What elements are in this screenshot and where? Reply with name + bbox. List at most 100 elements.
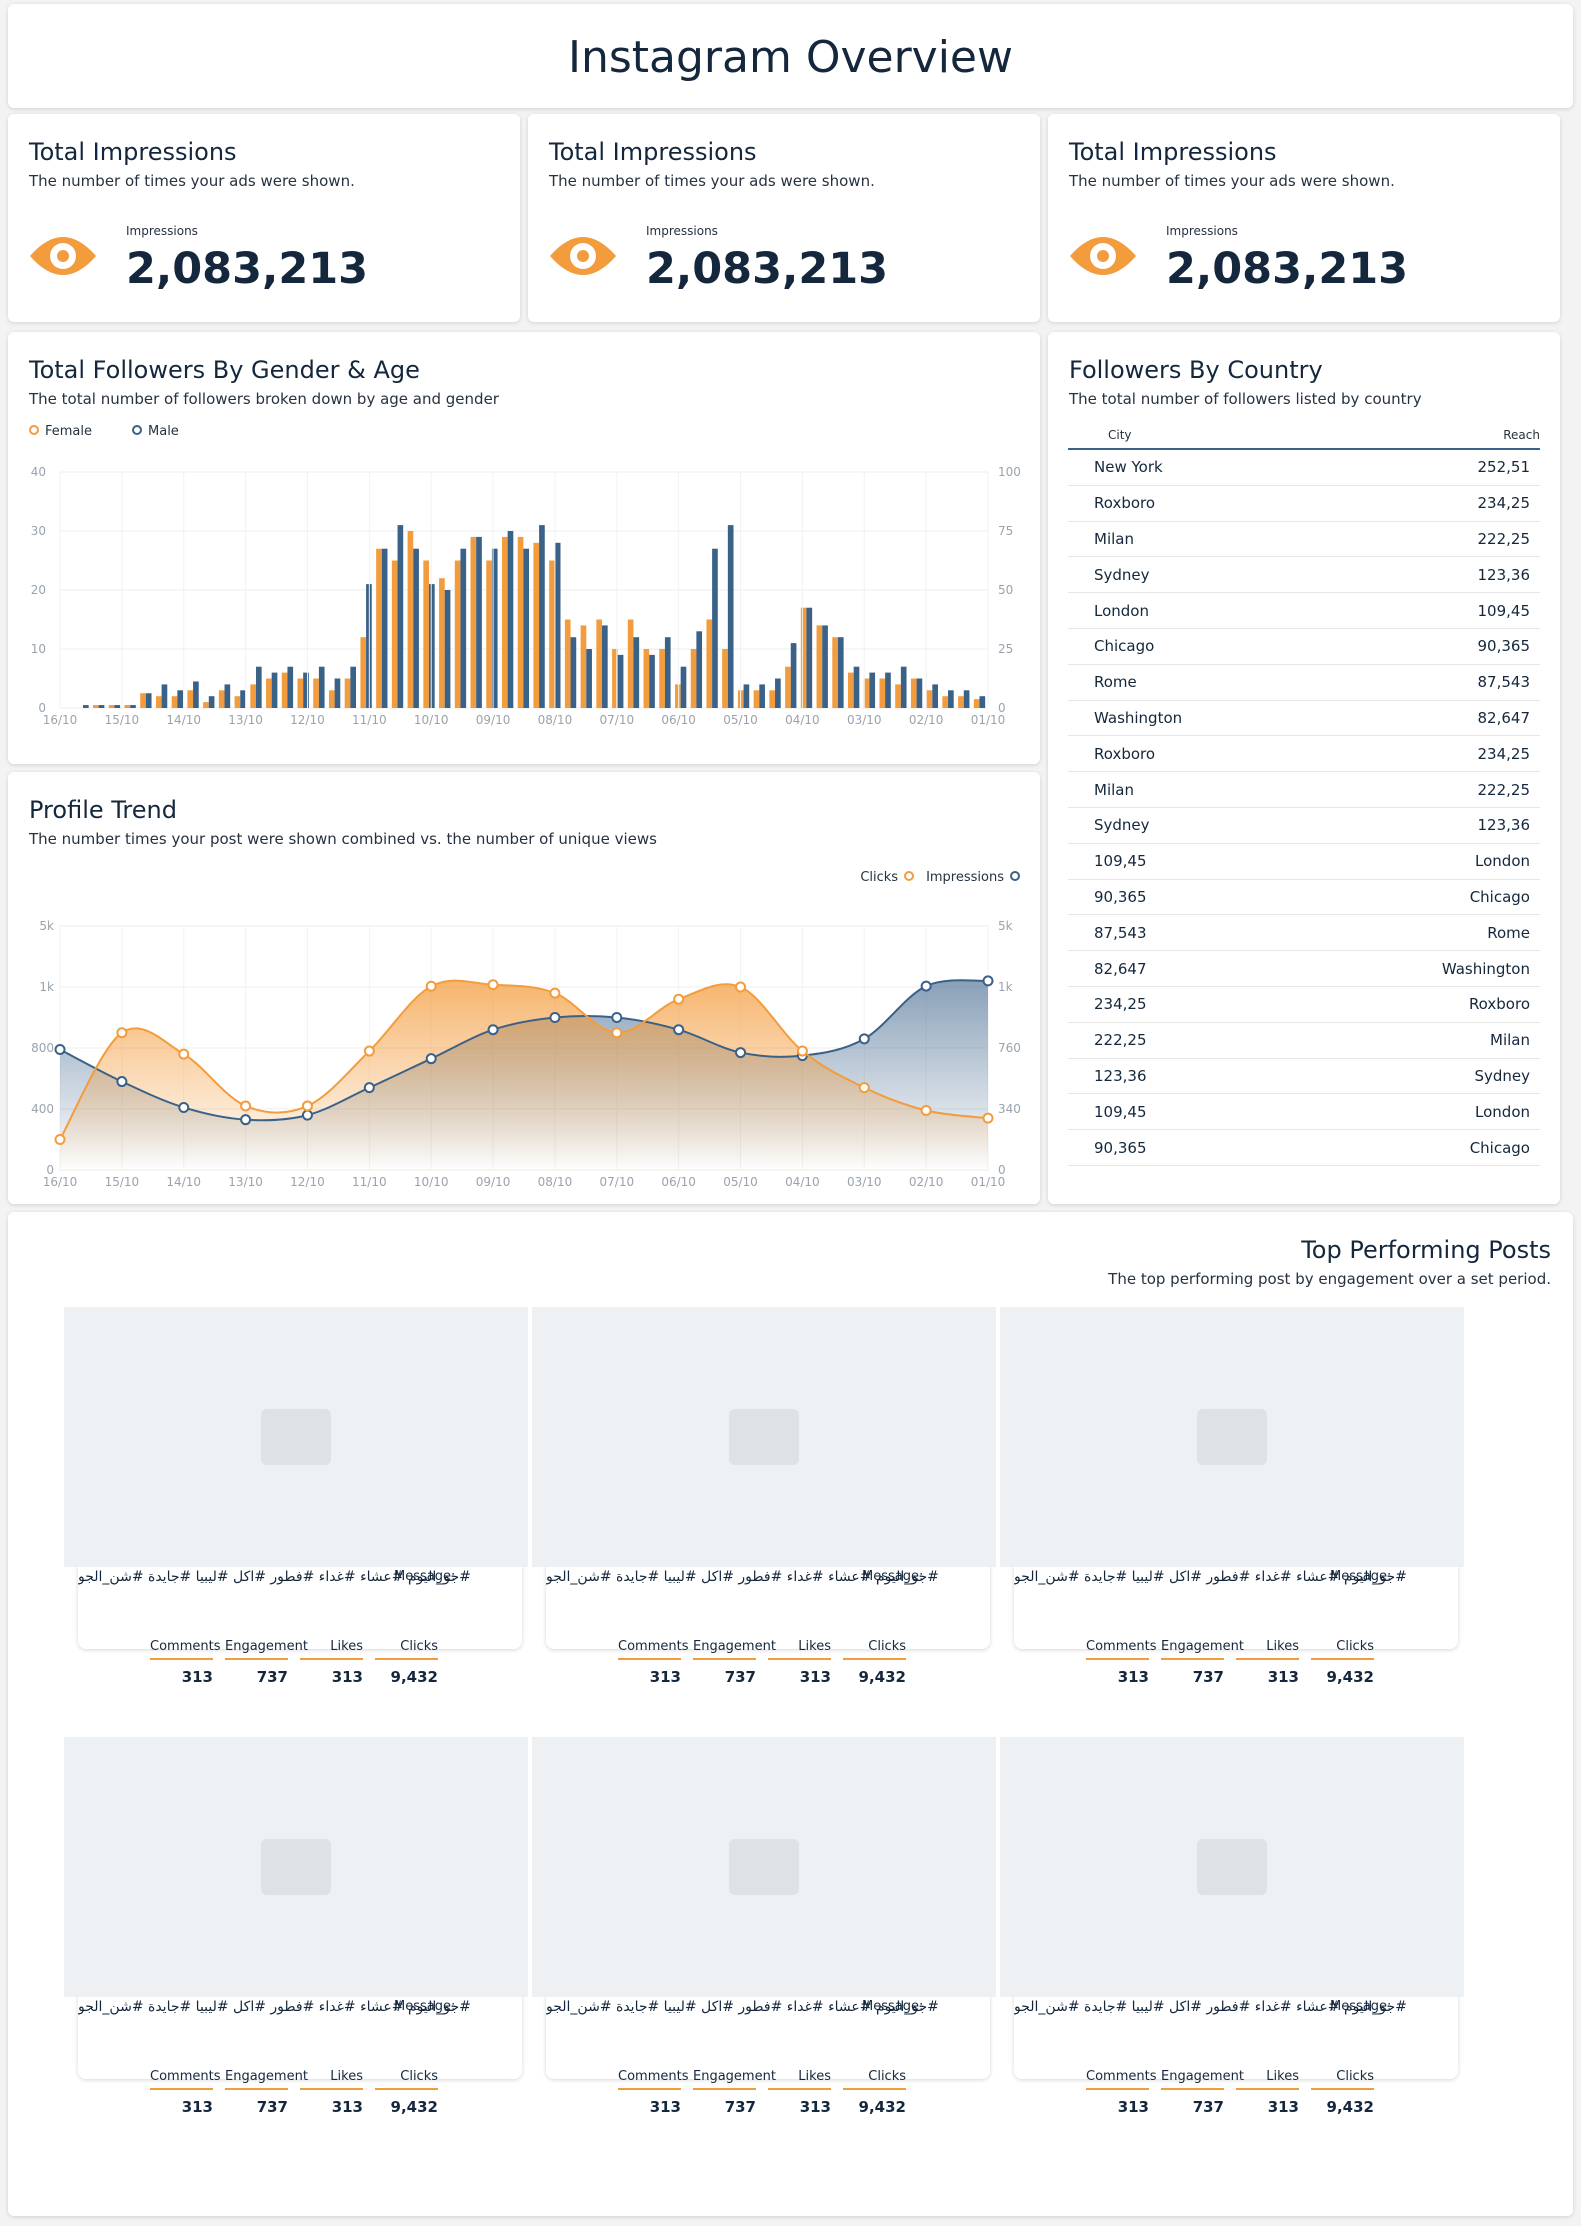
x-tick-label: 09/10 — [476, 1175, 511, 1189]
bar-male — [570, 637, 577, 708]
table-row[interactable]: Washington 82,647 — [1068, 701, 1540, 737]
table-row[interactable]: 90,365 Chicago — [1068, 1130, 1540, 1166]
cell-right: 123,36 — [1477, 565, 1531, 584]
bar-female — [297, 678, 304, 708]
bar-female — [93, 705, 99, 708]
stat-value: 737 — [1192, 1668, 1224, 1686]
bar-male — [554, 542, 561, 708]
bar-female — [895, 684, 901, 708]
bar-male — [759, 684, 765, 708]
table-row[interactable]: 222,25 Milan — [1068, 1023, 1540, 1059]
legend-clicks[interactable]: Clicks — [860, 870, 915, 885]
table-row[interactable]: Rome 87,543 — [1068, 665, 1540, 701]
table-row[interactable]: 123,36 Sydney — [1068, 1059, 1540, 1095]
table-row[interactable]: Sydney 123,36 — [1068, 557, 1540, 594]
bar-female — [816, 625, 823, 708]
cell-right: Rome — [1487, 923, 1530, 942]
gender-age-subtitle: The total number of followers broken dow… — [29, 390, 499, 408]
x-tick-label: 13/10 — [228, 713, 263, 727]
bar-female — [659, 649, 665, 708]
table-row[interactable]: 87,543 Rome — [1068, 915, 1540, 952]
bar-male — [602, 625, 608, 708]
table-row[interactable]: New York 252,51 — [1068, 450, 1540, 486]
bar-female — [281, 672, 288, 708]
table-row[interactable]: Milan 222,25 — [1068, 522, 1540, 558]
table-row[interactable]: 234,25 Roxboro — [1068, 987, 1540, 1023]
bar-female — [517, 536, 524, 708]
table-row[interactable]: London 109,45 — [1068, 593, 1540, 629]
posts-subtitle: The top performing post by engagement ov… — [1108, 1270, 1551, 1288]
table-row[interactable]: Chicago 90,365 — [1068, 629, 1540, 665]
bar-male — [98, 705, 105, 708]
x-tick-label: 14/10 — [166, 713, 201, 727]
point-impressions — [240, 1114, 252, 1126]
x-tick-label: 08/10 — [538, 713, 573, 727]
bar-female — [564, 619, 571, 708]
point-impressions — [178, 1101, 190, 1113]
stat-value: 313 — [181, 2098, 213, 2116]
col-reach[interactable]: Reach — [1503, 428, 1540, 442]
table-row[interactable]: 82,647 Washington — [1068, 951, 1540, 987]
bar-female — [958, 696, 964, 708]
profile-trend-legend[interactable]: Clicks Impressions — [860, 870, 1020, 885]
point-impressions — [116, 1076, 128, 1088]
cell-left: 109,45 — [1094, 1102, 1147, 1121]
bar-male — [240, 690, 246, 708]
cell-right: Sydney — [1474, 1066, 1530, 1085]
post-image[interactable] — [1000, 1307, 1464, 1567]
table-row[interactable]: Sydney 123,36 — [1068, 808, 1540, 844]
cell-left: Roxboro — [1094, 744, 1156, 763]
table-row[interactable]: 90,365 Chicago — [1068, 880, 1540, 916]
point-clicks — [735, 981, 747, 993]
bar-male — [963, 690, 970, 708]
table-row[interactable]: 109,45 London — [1068, 844, 1540, 880]
kpi-label: Impressions — [1166, 224, 1238, 238]
kpi-value: 2,083,213 — [126, 244, 369, 294]
post-image[interactable] — [64, 1737, 528, 1997]
post-image[interactable] — [532, 1737, 996, 1997]
point-clicks — [920, 1105, 932, 1117]
table-row[interactable]: Roxboro 234,25 — [1068, 736, 1540, 773]
country-subtitle: The total number of followers listed by … — [1069, 390, 1422, 408]
bar-female — [879, 678, 886, 708]
bar-female — [171, 696, 178, 708]
post-image[interactable] — [1000, 1737, 1464, 1997]
cell-right: 222,25 — [1477, 780, 1531, 799]
legend-impressions[interactable]: Impressions — [926, 870, 1020, 885]
gender-age-chart: 010203040025507510016/10 15/10 14/10 13/10 1… — [31, 465, 1021, 727]
bar-male — [822, 625, 828, 708]
post-image[interactable] — [532, 1307, 996, 1567]
stat-value: 9,432 — [1326, 1668, 1374, 1686]
post-image[interactable] — [64, 1307, 528, 1567]
cell-left: 109,45 — [1094, 852, 1147, 871]
profile-trend-subtitle: The number times your post were shown co… — [29, 830, 657, 848]
bar-male — [114, 705, 121, 708]
bar-male — [130, 705, 136, 708]
x-tick-label: 10/10 — [414, 713, 449, 727]
country-card: Followers By Country The total number of… — [1048, 332, 1560, 1204]
point-clicks — [982, 1112, 994, 1124]
table-row[interactable]: Milan 222,25 — [1068, 772, 1540, 808]
table-row[interactable]: Roxboro 234,25 — [1068, 486, 1540, 522]
bar-female — [533, 542, 540, 708]
stat-value: 737 — [256, 2098, 288, 2116]
stat-value: 313 — [1117, 2098, 1149, 2116]
image-placeholder-icon — [1197, 1839, 1267, 1895]
kpi-label: Impressions — [126, 224, 198, 238]
point-clicks — [796, 1045, 808, 1057]
eye-icon — [30, 237, 96, 275]
bar-female — [973, 699, 980, 708]
bar-female — [470, 536, 477, 708]
stat-value: 9,432 — [1326, 2098, 1374, 2116]
y-tick-label: 5k — [39, 919, 54, 933]
point-clicks — [858, 1082, 870, 1094]
bar-male — [224, 684, 231, 708]
x-tick-label: 06/10 — [661, 1175, 696, 1189]
table-row[interactable]: 109,45 London — [1068, 1094, 1540, 1131]
page-title: Instagram Overview — [568, 32, 1013, 83]
x-tick-label: 01/10 — [971, 1175, 1006, 1189]
stat-value: 313 — [331, 2098, 363, 2116]
bar-male — [649, 654, 655, 708]
col-city[interactable]: City — [1108, 428, 1132, 442]
y2-tick-label: 1k — [998, 980, 1013, 994]
